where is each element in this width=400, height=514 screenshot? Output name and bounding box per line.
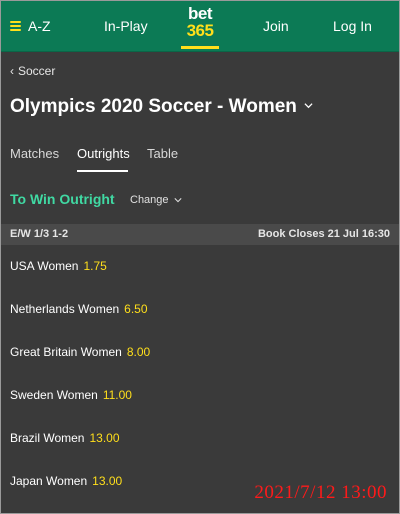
breadcrumb-label: Soccer (18, 64, 56, 78)
book-closes: Book Closes 21 Jul 16:30 (257, 228, 390, 240)
chevron-left-icon: ‹ (10, 64, 14, 78)
az-menu-button[interactable]: A-Z (10, 17, 51, 35)
tab-bar: Matches Outrights Table (0, 137, 400, 172)
join-link[interactable]: Join (263, 18, 289, 34)
selection-row[interactable]: Great Britain Women 8.00 (0, 331, 400, 374)
top-nav-bar: A-Z In-Play bet 365 Join Log In (0, 0, 400, 52)
breadcrumb[interactable]: ‹ Soccer (10, 64, 55, 78)
selection-name: Japan Women (10, 474, 88, 488)
selection-name: Netherlands Women (10, 302, 120, 316)
selection-odds[interactable]: 13.00 (92, 474, 122, 488)
tab-outrights[interactable]: Outrights (77, 146, 130, 161)
market-info-bar: E/W 1/3 1-2 Book Closes 21 Jul 16:30 (0, 224, 400, 245)
bet365-logo[interactable]: bet 365 (181, 5, 219, 49)
each-way-terms: E/W 1/3 1-2 (10, 228, 69, 240)
chevron-down-icon (173, 198, 182, 203)
tab-table[interactable]: Table (147, 146, 178, 161)
selection-row[interactable]: USA Women 1.75 (0, 245, 400, 288)
selection-name: USA Women (10, 259, 79, 273)
active-tab-indicator (77, 170, 128, 172)
selection-odds[interactable]: 8.00 (127, 345, 150, 359)
selection-odds[interactable]: 11.00 (103, 388, 132, 402)
selection-name: Great Britain Women (10, 345, 122, 359)
az-label: A-Z (28, 18, 51, 34)
page-title-text: Olympics 2020 Soccer - Women (10, 96, 297, 117)
login-link[interactable]: Log In (333, 18, 372, 34)
logo-text-bottom: 365 (186, 21, 214, 40)
logo-underline (181, 46, 219, 49)
hamburger-icon (10, 21, 21, 31)
selection-odds[interactable]: 6.50 (124, 302, 147, 316)
inplay-link[interactable]: In-Play (104, 18, 148, 34)
market-header: To Win Outright Change (0, 180, 400, 220)
timestamp-watermark: 2021/7/12 13:00 (254, 482, 387, 503)
logo-text-top: bet (188, 4, 213, 23)
selection-name: Sweden Women (10, 388, 98, 402)
change-market-button[interactable]: Change (130, 194, 182, 206)
selection-odds[interactable]: 13.00 (89, 431, 119, 445)
change-label: Change (130, 194, 169, 206)
chevron-down-icon (304, 102, 313, 108)
selection-row[interactable]: Netherlands Women 6.50 (0, 288, 400, 331)
page-title[interactable]: Olympics 2020 Soccer - Women (10, 96, 313, 118)
market-title: To Win Outright (10, 191, 115, 207)
selection-odds[interactable]: 1.75 (83, 259, 106, 273)
selection-row[interactable]: Sweden Women 11.00 (0, 374, 400, 417)
selection-row[interactable]: Brazil Women 13.00 (0, 417, 400, 460)
selection-name: Brazil Women (10, 431, 85, 445)
tab-matches[interactable]: Matches (10, 146, 59, 161)
